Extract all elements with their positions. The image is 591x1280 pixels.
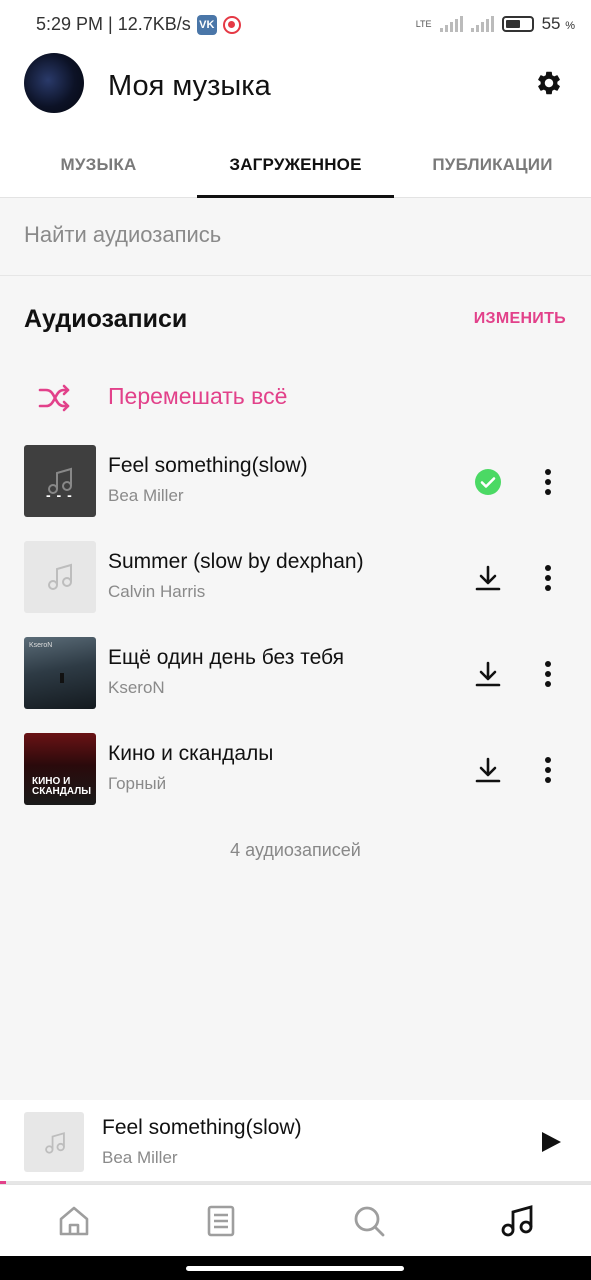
avatar[interactable] — [24, 53, 84, 113]
tab-downloaded[interactable]: ЗАГРУЖЕННОЕ — [197, 132, 394, 198]
status-bar: 5:29 PM | 12.7KB/s VK LTE 55 % — [0, 0, 591, 52]
search-input[interactable] — [24, 222, 564, 248]
search-icon[interactable] — [351, 1203, 387, 1239]
player-title: Feel something(slow) — [102, 1116, 302, 1139]
track-cover: КИНО И СКАНДАЛЫ — [24, 733, 96, 805]
battery-icon — [501, 16, 534, 32]
music-note-icon[interactable] — [499, 1203, 535, 1239]
track-cover: - - - — [24, 445, 96, 517]
home-icon[interactable] — [56, 1203, 92, 1239]
track-title: Summer (slow by dexphan) — [108, 550, 364, 573]
download-icon[interactable] — [474, 660, 502, 688]
tracks-count: 4 аудиозаписей — [230, 840, 361, 860]
placeholder-dashes: - - - — [46, 487, 73, 503]
cover-text: КИНО И СКАНДАЛЫ — [32, 776, 92, 797]
shuffle-all-button[interactable]: Перемешать всё — [0, 370, 591, 426]
list-item[interactable]: KseroN Ещё один день без тебя KseroN — [0, 625, 591, 721]
gear-icon[interactable] — [535, 69, 563, 97]
play-icon[interactable] — [536, 1128, 564, 1156]
header: Моя музыка — [0, 52, 591, 132]
tab-publications[interactable]: ПУБЛИКАЦИИ — [394, 132, 591, 198]
more-options-icon[interactable] — [536, 467, 560, 497]
check-circle-icon — [475, 469, 501, 495]
player-cover — [24, 1112, 84, 1172]
track-title: Feel something(slow) — [108, 454, 308, 477]
section-title: Аудиозаписи — [24, 305, 188, 333]
shuffle-label: Перемешать всё — [108, 383, 288, 409]
home-gesture-bar[interactable] — [186, 1266, 404, 1271]
page-title: Моя музыка — [108, 70, 271, 102]
more-options-icon[interactable] — [536, 755, 560, 785]
music-note-icon — [45, 1132, 65, 1154]
track-artist: Горный — [108, 774, 167, 793]
track-title: Ещё один день без тебя — [108, 646, 344, 669]
search-bar — [0, 198, 591, 276]
network-type: LTE — [415, 19, 432, 29]
vk-notification-icon: VK — [196, 14, 217, 35]
download-icon[interactable] — [474, 564, 502, 592]
download-icon[interactable] — [474, 756, 502, 784]
edit-button[interactable]: ИЗМЕНИТЬ — [474, 310, 566, 328]
more-options-icon[interactable] — [536, 659, 560, 689]
track-artist: KseroN — [108, 678, 165, 697]
newsfeed-icon[interactable] — [203, 1203, 239, 1239]
list-item[interactable]: Summer (slow by dexphan) Calvin Harris — [0, 529, 591, 625]
signal-icon — [439, 16, 463, 32]
player-artist: Bea Miller — [102, 1148, 178, 1167]
music-note-icon — [48, 563, 72, 590]
track-artist: Bea Miller — [108, 486, 184, 505]
signal-icon-2 — [470, 16, 494, 32]
cover-text: KseroN — [29, 642, 53, 649]
track-artist: Calvin Harris — [108, 582, 206, 601]
screen-record-icon — [222, 15, 241, 34]
system-navigation-bar — [0, 1256, 591, 1280]
track-cover — [24, 541, 96, 613]
tab-music[interactable]: МУЗЫКА — [0, 132, 197, 198]
cover-figure — [60, 673, 64, 683]
battery-percent: 55 % — [541, 14, 575, 33]
mini-player[interactable]: Feel something(slow) Bea Miller — [0, 1100, 591, 1184]
track-cover: KseroN — [24, 637, 96, 709]
status-time-speed: 5:29 PM | 12.7KB/s — [36, 14, 191, 34]
shuffle-icon — [38, 384, 70, 412]
list-item[interactable]: КИНО И СКАНДАЛЫ Кино и скандалы Горный — [0, 721, 591, 817]
track-title: Кино и скандалы — [108, 742, 274, 765]
bottom-nav — [0, 1184, 591, 1256]
tab-bar: МУЗЫКА ЗАГРУЖЕННОЕ ПУБЛИКАЦИИ — [0, 132, 591, 198]
status-right: LTE 55 % — [416, 14, 575, 34]
more-options-icon[interactable] — [536, 563, 560, 593]
list-item[interactable]: - - - Feel something(slow) Bea Miller — [0, 433, 591, 529]
status-left: 5:29 PM | 12.7KB/s VK — [36, 14, 241, 35]
